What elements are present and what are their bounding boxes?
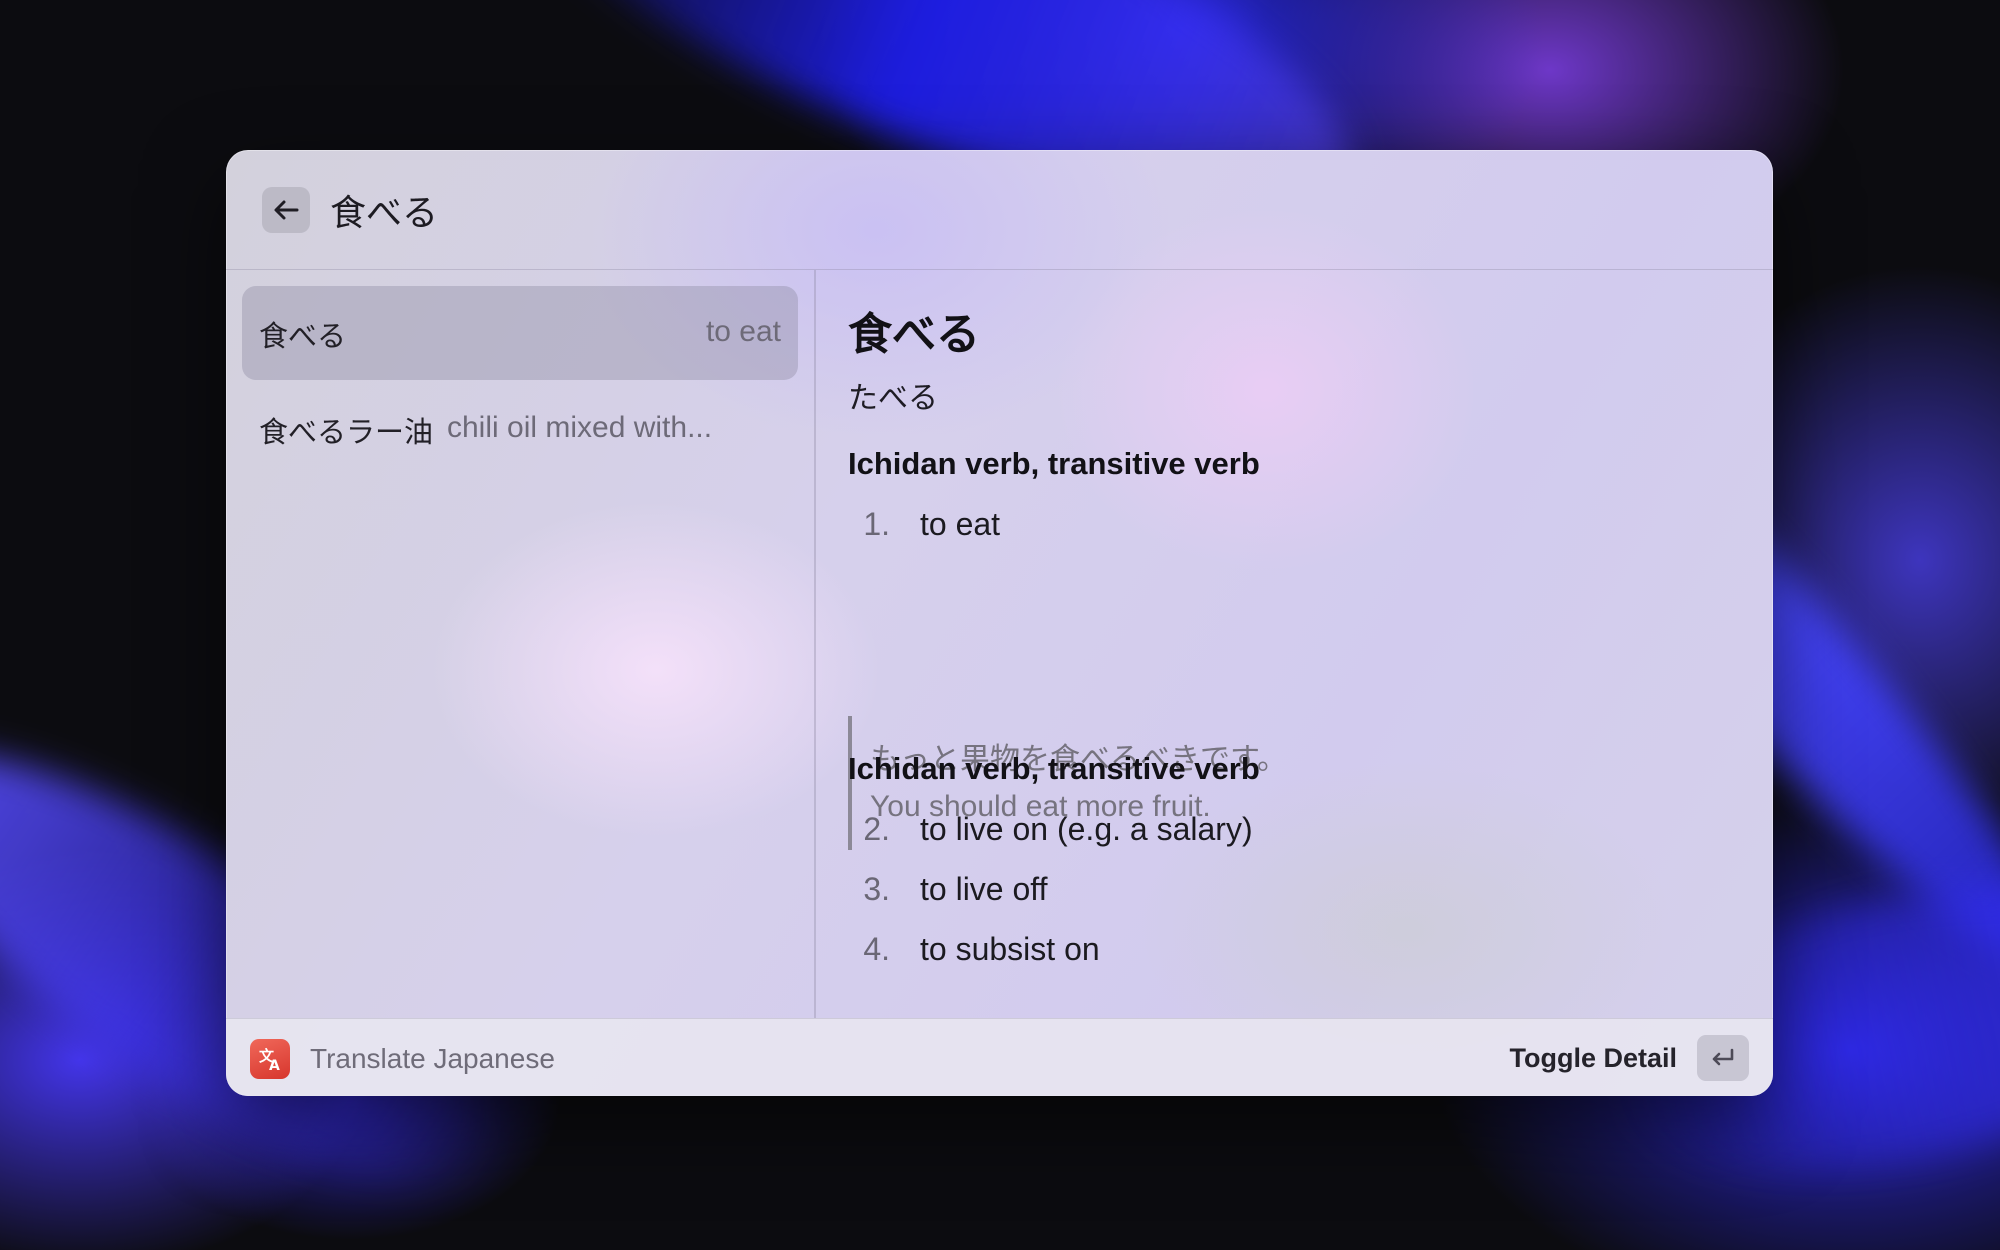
list-item-subtitle: to eat bbox=[705, 315, 781, 348]
list-item[interactable]: 食べるラー油 chili oil mixed with... bbox=[242, 382, 798, 476]
sense-number: 1. bbox=[863, 506, 890, 542]
detail-pane: 食べる たべる Ichidan verb, transitive verb 1.… bbox=[816, 270, 1773, 1018]
detail-headword: 食べる bbox=[848, 309, 980, 360]
sense-number: 3. bbox=[863, 871, 890, 907]
return-key-icon[interactable] bbox=[1697, 1035, 1749, 1081]
action-bar: 文 A Translate Japanese Toggle Detail bbox=[226, 1018, 1773, 1096]
part-of-speech-heading: Ichidan verb, transitive verb bbox=[848, 751, 1260, 786]
back-button[interactable] bbox=[262, 187, 310, 233]
list-item[interactable]: 食べる to eat bbox=[242, 286, 798, 380]
list-item-subtitle: chili oil mixed with... bbox=[447, 411, 713, 444]
sense-number: 4. bbox=[863, 931, 890, 967]
sense-gloss: to live off bbox=[920, 871, 1048, 907]
list-item-title: 食べる bbox=[259, 319, 347, 353]
translate-icon: 文 A bbox=[250, 1039, 290, 1079]
extension-name: Translate Japanese bbox=[310, 1043, 555, 1074]
svg-text:A: A bbox=[269, 1058, 280, 1073]
sense-gloss: to live on (e.g. a salary) bbox=[920, 811, 1253, 847]
sense-gloss: to eat bbox=[920, 506, 1001, 542]
search-bar bbox=[226, 150, 1773, 270]
sense-number: 2. bbox=[863, 811, 890, 847]
results-list: 食べる to eat 食べるラー油 chili oil mixed with..… bbox=[226, 270, 816, 1018]
part-of-speech-heading: Ichidan verb, transitive verb bbox=[848, 446, 1260, 481]
arrow-left-icon bbox=[274, 200, 299, 220]
toggle-detail-button[interactable]: Toggle Detail bbox=[1509, 1043, 1677, 1074]
sense-gloss: to subsist on bbox=[920, 931, 1100, 967]
search-input[interactable] bbox=[330, 180, 1630, 240]
launcher-window: 食べる to eat 食べるラー油 chili oil mixed with..… bbox=[226, 150, 1773, 1096]
detail-reading: たべる bbox=[848, 381, 938, 416]
list-item-title: 食べるラー油 bbox=[259, 415, 434, 449]
